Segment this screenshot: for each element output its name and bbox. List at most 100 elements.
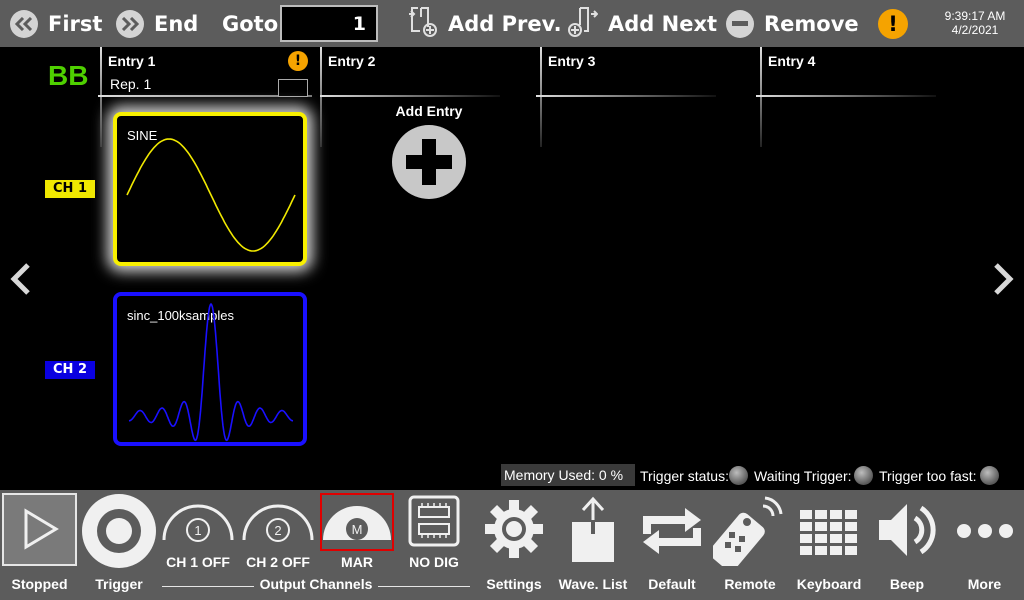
add-next-label: Add Next [608, 11, 718, 36]
ch2-dial-icon: 2 [242, 504, 314, 542]
wave-list-label: Wave. List [558, 576, 628, 592]
speaker-icon [879, 504, 936, 556]
play-icon [24, 508, 59, 550]
sine-waveform-plot [126, 138, 296, 252]
add-entry-label: Add Entry [395, 103, 463, 119]
trigger-button[interactable]: Trigger [79, 490, 159, 600]
output-channels-label: Output Channels [259, 576, 373, 592]
mar-label: MAR [341, 554, 373, 570]
end-button[interactable]: End [116, 0, 198, 47]
entry-label: Entry 1 [108, 53, 156, 69]
sequence-badge: BB [48, 60, 89, 91]
divider [162, 586, 254, 587]
minus-circle-icon [726, 9, 754, 38]
warning-icon[interactable]: ! [288, 51, 308, 71]
mar-dial-letter: M [352, 522, 363, 537]
gear-icon [485, 500, 543, 558]
divider [320, 47, 322, 147]
clock-time: 9:39:17 AM [944, 9, 1006, 23]
goto-label: Goto [222, 11, 279, 36]
remote-control-icon [713, 496, 783, 566]
add-entry-button[interactable] [392, 125, 466, 199]
upload-icon [572, 496, 614, 562]
ch1-waveform-card[interactable]: SINE [113, 112, 307, 266]
trigger-too-fast-label: Trigger too fast: [879, 468, 977, 484]
more-button[interactable]: More [945, 490, 1024, 600]
channel-1-label: CH 1 [45, 180, 95, 198]
divider [100, 47, 102, 147]
entry-column[interactable]: Entry 4 [756, 47, 980, 147]
clock: 9:39:17 AM 4/2/2021 [930, 9, 1020, 37]
trigger-icon [82, 494, 156, 568]
repeat-icon [643, 508, 701, 554]
entry-label: Entry 4 [768, 53, 816, 69]
remove-button[interactable]: Remove [726, 0, 859, 47]
bottom-toolbar: Stopped Trigger 1 CH 1 OFF 2 CH 2 OFF M [0, 490, 1024, 600]
first-label: First [48, 11, 103, 36]
stopped-label: Stopped [11, 576, 68, 592]
double-chevron-left-icon [10, 9, 38, 38]
add-before-icon [408, 5, 438, 42]
sine-trace [126, 138, 296, 252]
end-label: End [154, 11, 199, 36]
warning-icon[interactable]: ! [878, 9, 908, 39]
add-prev-label: Add Prev. [448, 11, 562, 36]
no-dig-label: NO DIG [409, 554, 459, 570]
clock-date: 4/2/2021 [951, 23, 999, 37]
entry-column[interactable]: Entry 3 [536, 47, 760, 147]
repeat-label: Rep. 1 [110, 76, 152, 92]
trigger-label: Trigger [95, 576, 143, 592]
add-after-icon [566, 5, 599, 42]
top-toolbar: First End Goto 1 Add Prev. Add Next Remo… [0, 0, 1024, 47]
divider [760, 47, 762, 147]
chevron-right-icon[interactable] [988, 262, 1018, 296]
trigger-status-label: Trigger status: [640, 468, 729, 484]
chevron-left-icon[interactable] [6, 262, 36, 296]
marker-icon: M [323, 506, 391, 540]
stopped-frame [2, 493, 77, 566]
settings-button[interactable]: Settings [475, 490, 553, 600]
double-chevron-right-icon [116, 9, 144, 38]
sinc-waveform-plot [128, 302, 294, 442]
add-prev-button[interactable]: Add Prev. [408, 0, 562, 47]
beep-button[interactable]: Beep [869, 490, 945, 600]
remove-label: Remove [764, 11, 859, 36]
more-label: More [967, 576, 1002, 592]
sinc-trace [128, 302, 294, 442]
divider [756, 95, 936, 97]
ch2-dial-number: 2 [274, 523, 281, 538]
ch2-waveform-card[interactable]: sinc_100ksamples [113, 292, 307, 446]
output-channels-group: Output Channels [160, 576, 472, 596]
chip-icon [408, 495, 460, 547]
keyboard-button[interactable]: Keyboard [789, 490, 869, 600]
remote-button[interactable]: Remote [711, 490, 789, 600]
repeat-checkbox[interactable] [278, 79, 308, 97]
waiting-trigger-led [854, 466, 873, 485]
ellipsis-icon [956, 524, 1013, 538]
channel-2-label: CH 2 [45, 361, 95, 379]
divider [536, 95, 716, 97]
ch1-off-label: CH 1 OFF [166, 554, 230, 570]
settings-label: Settings [486, 576, 542, 592]
trigger-status-led [729, 466, 748, 485]
ch1-dial-number: 1 [194, 523, 201, 538]
waiting-trigger-label: Waiting Trigger: [754, 468, 852, 484]
memory-used: Memory Used: 0 % [501, 464, 635, 486]
run-stop-button[interactable]: Stopped [0, 490, 79, 600]
wave-list-button[interactable]: Wave. List [553, 490, 633, 600]
keyboard-label: Keyboard [796, 576, 862, 592]
beep-label: Beep [889, 576, 925, 592]
add-next-button[interactable]: Add Next [566, 0, 717, 47]
entry-label: Entry 2 [328, 53, 376, 69]
divider [320, 95, 500, 97]
divider [378, 586, 470, 587]
keypad-icon [800, 510, 857, 555]
goto-input[interactable]: 1 [280, 5, 378, 42]
default-button[interactable]: Default [633, 490, 711, 600]
remote-label: Remote [724, 576, 776, 592]
ch1-dial-icon: 1 [162, 504, 234, 542]
default-label: Default [648, 576, 696, 592]
divider [540, 47, 542, 147]
entry-label: Entry 3 [548, 53, 596, 69]
first-button[interactable]: First [10, 0, 102, 47]
